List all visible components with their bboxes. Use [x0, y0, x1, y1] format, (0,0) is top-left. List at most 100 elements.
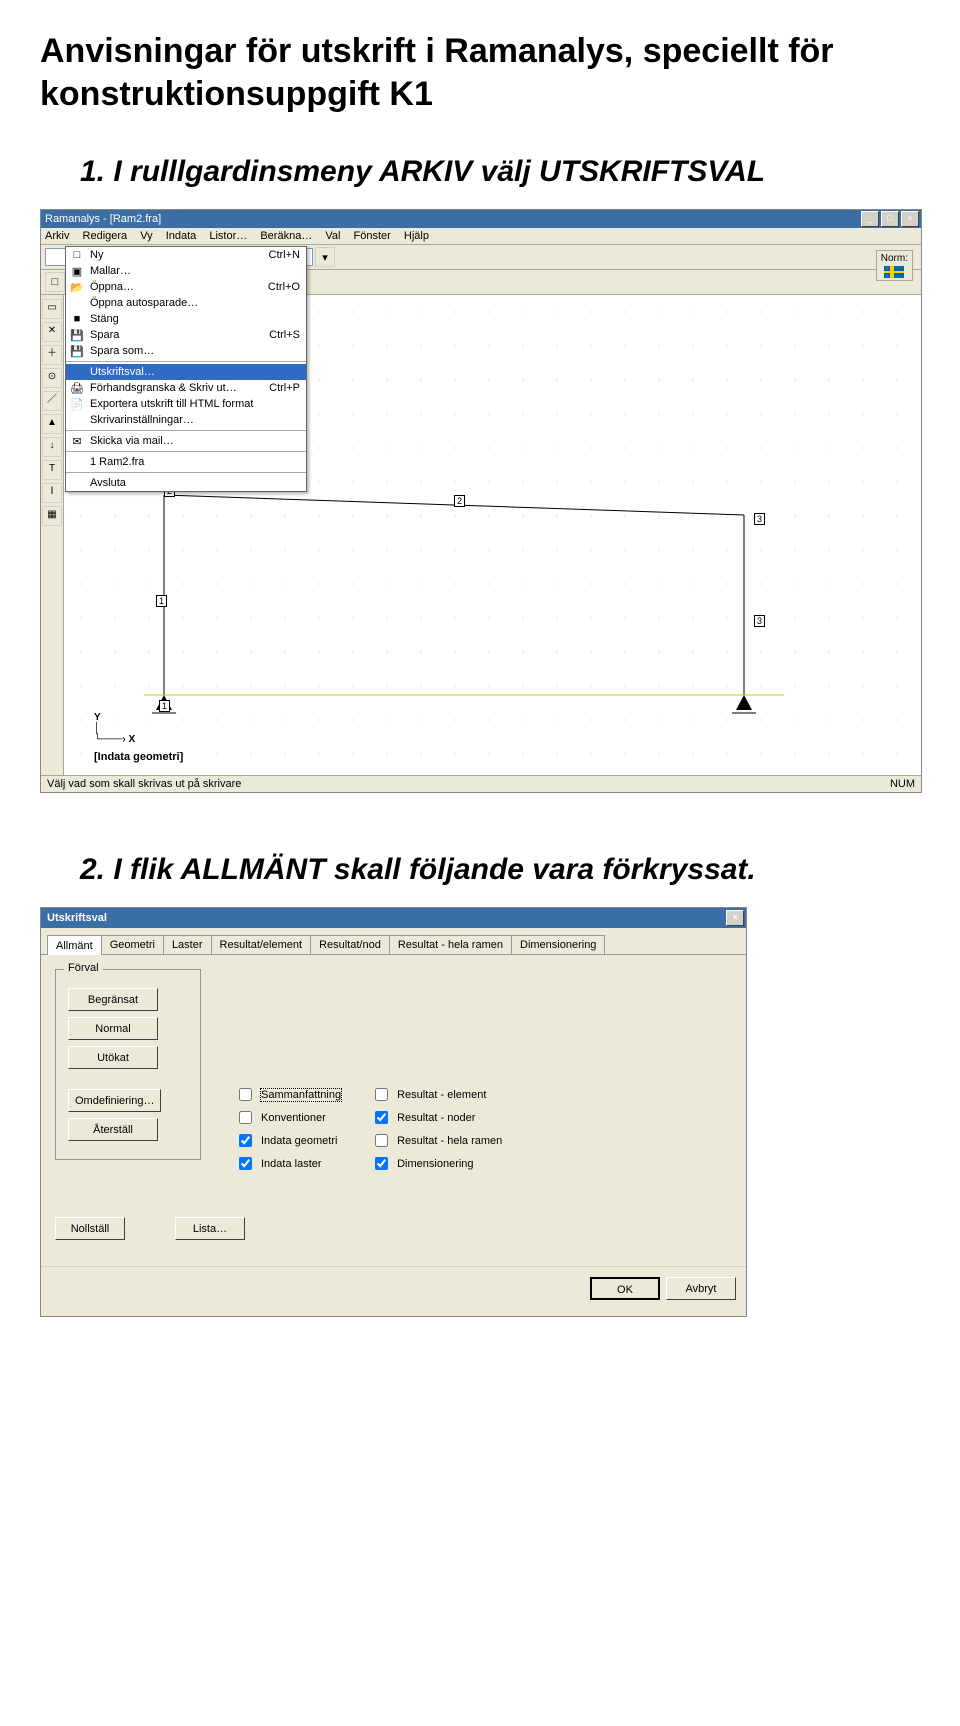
tab-dimensionering[interactable]: Dimensionering	[511, 935, 605, 954]
open-icon: 📂	[70, 280, 84, 294]
step-1-text: 1. I rulllgardinsmeny ARKIV välj UTSKRIF…	[80, 155, 920, 189]
save-as-icon: 💾	[70, 344, 84, 358]
menu-fonster[interactable]: Fönster	[354, 230, 391, 242]
window-titlebar: Ramanalys - [Ram2.fra] _ □ ×	[41, 210, 921, 228]
tool-load-icon[interactable]: ↓	[42, 437, 62, 457]
tool-measure-icon[interactable]: Ⅰ	[42, 483, 62, 503]
checkbox[interactable]	[375, 1111, 388, 1124]
axis-x-label: X	[128, 734, 135, 745]
menu-separator	[66, 430, 306, 431]
tool-cross-icon[interactable]: ✕	[42, 322, 62, 342]
tb-generic-icon[interactable]: ▾	[315, 247, 335, 267]
tab-geometri[interactable]: Geometri	[101, 935, 164, 954]
menu-arkiv[interactable]: Arkiv	[45, 230, 69, 242]
dialog-title: Utskriftsval	[47, 912, 107, 924]
menu-item-spara-som[interactable]: 💾Spara som…	[66, 343, 306, 359]
menu-item-utskriftsval[interactable]: Utskriftsval…	[66, 364, 306, 380]
menu-item-exportera-html[interactable]: 📄Exportera utskrift till HTML format	[66, 396, 306, 412]
mail-icon: ✉	[70, 434, 84, 448]
axis-indicator: Y │ └───› X	[94, 712, 135, 745]
check-resultat-element[interactable]: Resultat - element	[371, 1085, 502, 1104]
forval-legend: Förval	[64, 962, 103, 974]
checkbox[interactable]	[375, 1134, 388, 1147]
menu-item-skicka-mail[interactable]: ✉Skicka via mail…	[66, 433, 306, 449]
check-indata-laster[interactable]: Indata laster	[235, 1154, 341, 1173]
btn-normal[interactable]: Normal	[68, 1017, 158, 1040]
canvas-caption: [Indata geometri]	[94, 751, 183, 763]
menu-item-stang[interactable]: ■Stäng	[66, 311, 306, 327]
tb-new-icon[interactable]: □	[45, 272, 65, 292]
tab-body-allmant: Förval Begränsat Normal Utökat Omdefinie…	[41, 955, 746, 1266]
check-resultat-noder[interactable]: Resultat - noder	[371, 1108, 502, 1127]
norm-label: Norm:	[881, 253, 908, 264]
ramanalys-window: Ramanalys - [Ram2.fra] _ □ × Arkiv Redig…	[40, 209, 922, 793]
maximize-button[interactable]: □	[881, 211, 899, 227]
element-label-2: 2	[454, 495, 465, 507]
checkbox[interactable]	[239, 1134, 252, 1147]
menu-hjalp[interactable]: Hjälp	[404, 230, 429, 242]
minimize-button[interactable]: _	[861, 211, 879, 227]
tool-support-icon[interactable]: ▲	[42, 414, 62, 434]
btn-ok[interactable]: OK	[590, 1277, 660, 1300]
menu-redigera[interactable]: Redigera	[83, 230, 128, 242]
tab-resultat-hela-ramen[interactable]: Resultat - hela ramen	[389, 935, 512, 954]
check-indata-geometri[interactable]: Indata geometri	[235, 1131, 341, 1150]
check-resultat-hela-ramen[interactable]: Resultat - hela ramen	[371, 1131, 502, 1150]
menu-indata[interactable]: Indata	[166, 230, 197, 242]
check-label: Sammanfattning	[261, 1089, 341, 1101]
tab-resultat-element[interactable]: Resultat/element	[211, 935, 312, 954]
dialog-tabs: Allmänt Geometri Laster Resultat/element…	[41, 928, 746, 955]
checkbox[interactable]	[239, 1088, 252, 1101]
save-icon: 💾	[70, 328, 84, 342]
checkbox[interactable]	[375, 1157, 388, 1170]
frame-geometry	[144, 455, 784, 715]
templates-icon: ▣	[70, 264, 84, 278]
checkbox[interactable]	[375, 1088, 388, 1101]
btn-omdefiniering[interactable]: Omdefiniering…	[68, 1089, 161, 1112]
tab-laster[interactable]: Laster	[163, 935, 212, 954]
menu-item-spara[interactable]: 💾SparaCtrl+S	[66, 327, 306, 343]
checkbox[interactable]	[239, 1111, 252, 1124]
status-num: NUM	[890, 778, 915, 790]
dialog-close-button[interactable]: ×	[726, 910, 744, 926]
menu-val[interactable]: Val	[325, 230, 340, 242]
tool-line-icon[interactable]: ／	[42, 391, 62, 411]
menu-item-mallar[interactable]: ▣Mallar…	[66, 263, 306, 279]
menu-item-forhandsgranska[interactable]: 🖨Förhandsgranska & Skriv ut…Ctrl+P	[66, 380, 306, 396]
btn-avbryt[interactable]: Avbryt	[666, 1277, 736, 1300]
export-html-icon: 📄	[70, 397, 84, 411]
tool-node-icon[interactable]: ⊙	[42, 368, 62, 388]
btn-nollstall[interactable]: Nollställ	[55, 1217, 125, 1240]
btn-aterstall[interactable]: Återställ	[68, 1118, 158, 1141]
menu-item-skrivarinstallningar[interactable]: Skrivarinställningar…	[66, 412, 306, 428]
btn-lista[interactable]: Lista…	[175, 1217, 245, 1240]
check-dimensionering[interactable]: Dimensionering	[371, 1154, 502, 1173]
axis-y-label: Y	[94, 712, 135, 723]
menu-item-oppna[interactable]: 📂Öppna…Ctrl+O	[66, 279, 306, 295]
tab-resultat-nod[interactable]: Resultat/nod	[310, 935, 390, 954]
menu-vy[interactable]: Vy	[140, 230, 152, 242]
close-window-button[interactable]: ×	[901, 211, 919, 227]
menu-item-oppna-auto[interactable]: Öppna autosparade…	[66, 295, 306, 311]
sweden-flag-icon[interactable]	[884, 266, 904, 278]
btn-utokat[interactable]: Utökat	[68, 1046, 158, 1069]
element-label-1: 1	[156, 595, 167, 607]
menu-separator	[66, 472, 306, 473]
menu-item-ny[interactable]: □NyCtrl+N	[66, 247, 306, 263]
check-label: Dimensionering	[397, 1158, 473, 1170]
menu-listor[interactable]: Listor…	[209, 230, 247, 242]
window-title: Ramanalys - [Ram2.fra]	[45, 213, 161, 225]
menu-berakna[interactable]: Beräkna…	[260, 230, 312, 242]
check-konventioner[interactable]: Konventioner	[235, 1108, 341, 1127]
tool-select-icon[interactable]: ▭	[42, 299, 62, 319]
checkbox[interactable]	[239, 1157, 252, 1170]
menu-item-avsluta[interactable]: Avsluta	[66, 475, 306, 491]
tool-grid-icon[interactable]: ▦	[42, 506, 62, 526]
btn-begransat[interactable]: Begränsat	[68, 988, 158, 1011]
tool-text-icon[interactable]: T	[42, 460, 62, 480]
tab-allmant[interactable]: Allmänt	[47, 935, 102, 955]
tool-plus-icon[interactable]: ＋	[42, 345, 62, 365]
check-sammanfattning[interactable]: Sammanfattning	[235, 1085, 341, 1104]
menu-item-recent-1[interactable]: 1 Ram2.fra	[66, 454, 306, 470]
print-preview-icon: 🖨	[70, 381, 84, 395]
